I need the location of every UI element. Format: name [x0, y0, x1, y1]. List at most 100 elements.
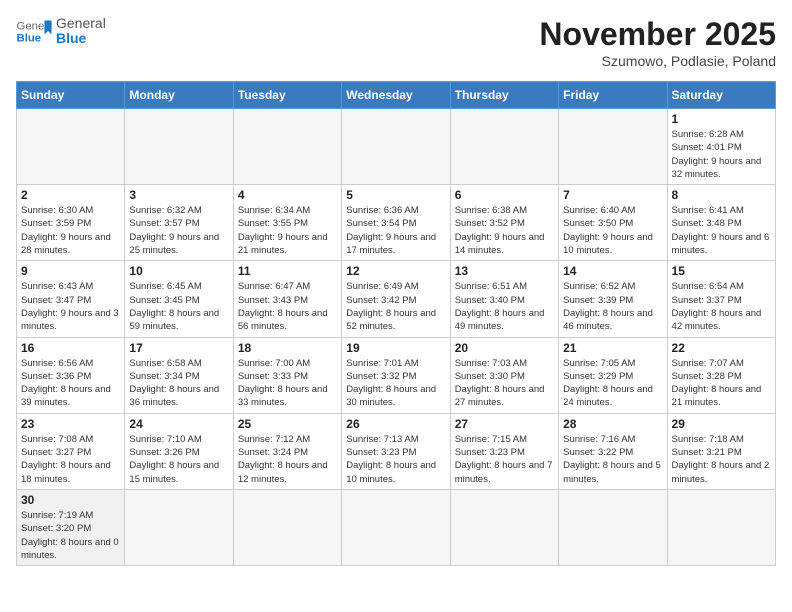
day-number: 4 — [238, 188, 337, 202]
day-number: 2 — [21, 188, 120, 202]
calendar-cell — [559, 109, 667, 185]
calendar-cell: 7 Sunrise: 6:40 AM Sunset: 3:50 PM Daylig… — [559, 185, 667, 261]
day-number: 21 — [563, 341, 662, 355]
day-number: 14 — [563, 264, 662, 278]
day-info: Sunrise: 7:19 AM Sunset: 3:20 PM Dayligh… — [21, 509, 120, 562]
calendar-cell: 2 Sunrise: 6:30 AM Sunset: 3:59 PM Daylig… — [17, 185, 125, 261]
day-number: 9 — [21, 264, 120, 278]
calendar-cell: 18Sunrise: 7:00 AM Sunset: 3:33 PM Dayli… — [233, 337, 341, 413]
calendar-cell: 1Sunrise: 6:28 AM Sunset: 4:01 PM Daylig… — [667, 109, 775, 185]
logo-icon: General Blue — [16, 17, 52, 45]
calendar-cell: 9 Sunrise: 6:43 AM Sunset: 3:47 PM Daylig… — [17, 261, 125, 337]
calendar-cell: 5 Sunrise: 6:36 AM Sunset: 3:54 PM Daylig… — [342, 185, 450, 261]
day-info: Sunrise: 7:15 AM Sunset: 3:23 PM Dayligh… — [455, 433, 554, 486]
calendar-week-row: 2 Sunrise: 6:30 AM Sunset: 3:59 PM Daylig… — [17, 185, 776, 261]
day-info: Sunrise: 6:47 AM Sunset: 3:43 PM Dayligh… — [238, 280, 337, 333]
calendar-cell: 16Sunrise: 6:56 AM Sunset: 3:36 PM Dayli… — [17, 337, 125, 413]
day-info: Sunrise: 6:43 AM Sunset: 3:47 PM Dayligh… — [21, 280, 120, 333]
weekday-header-wednesday: Wednesday — [342, 82, 450, 109]
calendar-cell — [450, 489, 558, 565]
calendar-cell: 25Sunrise: 7:12 AM Sunset: 3:24 PM Dayli… — [233, 413, 341, 489]
logo-blue-text: Blue — [56, 31, 106, 46]
day-number: 27 — [455, 417, 554, 431]
logo-general-text: General — [56, 16, 106, 31]
weekday-header-friday: Friday — [559, 82, 667, 109]
month-title: November 2025 — [539, 16, 776, 53]
day-info: Sunrise: 6:34 AM Sunset: 3:55 PM Dayligh… — [238, 204, 337, 257]
day-info: Sunrise: 6:58 AM Sunset: 3:34 PM Dayligh… — [129, 357, 228, 410]
day-info: Sunrise: 6:45 AM Sunset: 3:45 PM Dayligh… — [129, 280, 228, 333]
day-info: Sunrise: 6:54 AM Sunset: 3:37 PM Dayligh… — [672, 280, 771, 333]
day-info: Sunrise: 6:52 AM Sunset: 3:39 PM Dayligh… — [563, 280, 662, 333]
calendar-cell — [17, 109, 125, 185]
calendar-cell — [125, 109, 233, 185]
calendar-cell — [125, 489, 233, 565]
day-number: 5 — [346, 188, 445, 202]
day-number: 10 — [129, 264, 228, 278]
day-number: 29 — [672, 417, 771, 431]
calendar-week-row: 23Sunrise: 7:08 AM Sunset: 3:27 PM Dayli… — [17, 413, 776, 489]
day-info: Sunrise: 6:41 AM Sunset: 3:48 PM Dayligh… — [672, 204, 771, 257]
day-number: 3 — [129, 188, 228, 202]
day-number: 20 — [455, 341, 554, 355]
calendar-cell: 14 Sunrise: 6:52 AM Sunset: 3:39 PM Dayli… — [559, 261, 667, 337]
calendar-cell: 6 Sunrise: 6:38 AM Sunset: 3:52 PM Daylig… — [450, 185, 558, 261]
calendar-cell — [450, 109, 558, 185]
weekday-header-sunday: Sunday — [17, 82, 125, 109]
day-info: Sunrise: 6:38 AM Sunset: 3:52 PM Dayligh… — [455, 204, 554, 257]
day-number: 11 — [238, 264, 337, 278]
logo: General Blue General Blue — [16, 16, 106, 47]
weekday-header-saturday: Saturday — [667, 82, 775, 109]
page-header: General Blue General Blue November 2025 … — [16, 16, 776, 69]
day-info: Sunrise: 7:05 AM Sunset: 3:29 PM Dayligh… — [563, 357, 662, 410]
day-number: 26 — [346, 417, 445, 431]
calendar-cell: 8Sunrise: 6:41 AM Sunset: 3:48 PM Daylig… — [667, 185, 775, 261]
weekday-header-tuesday: Tuesday — [233, 82, 341, 109]
calendar-cell: 23Sunrise: 7:08 AM Sunset: 3:27 PM Dayli… — [17, 413, 125, 489]
weekday-header-thursday: Thursday — [450, 82, 558, 109]
weekday-header-row: SundayMondayTuesdayWednesdayThursdayFrid… — [17, 82, 776, 109]
day-info: Sunrise: 7:18 AM Sunset: 3:21 PM Dayligh… — [672, 433, 771, 486]
day-info: Sunrise: 6:40 AM Sunset: 3:50 PM Dayligh… — [563, 204, 662, 257]
calendar-week-row: 1Sunrise: 6:28 AM Sunset: 4:01 PM Daylig… — [17, 109, 776, 185]
day-info: Sunrise: 6:56 AM Sunset: 3:36 PM Dayligh… — [21, 357, 120, 410]
calendar-cell: 26 Sunrise: 7:13 AM Sunset: 3:23 PM Dayli… — [342, 413, 450, 489]
calendar-cell — [667, 489, 775, 565]
day-info: Sunrise: 6:36 AM Sunset: 3:54 PM Dayligh… — [346, 204, 445, 257]
calendar-cell — [342, 489, 450, 565]
day-info: Sunrise: 7:10 AM Sunset: 3:26 PM Dayligh… — [129, 433, 228, 486]
day-info: Sunrise: 7:16 AM Sunset: 3:22 PM Dayligh… — [563, 433, 662, 486]
calendar-cell: 15 Sunrise: 6:54 AM Sunset: 3:37 PM Dayli… — [667, 261, 775, 337]
day-info: Sunrise: 7:07 AM Sunset: 3:28 PM Dayligh… — [672, 357, 771, 410]
day-info: Sunrise: 7:12 AM Sunset: 3:24 PM Dayligh… — [238, 433, 337, 486]
calendar-week-row: 16Sunrise: 6:56 AM Sunset: 3:36 PM Dayli… — [17, 337, 776, 413]
day-number: 15 — [672, 264, 771, 278]
day-info: Sunrise: 6:30 AM Sunset: 3:59 PM Dayligh… — [21, 204, 120, 257]
day-number: 18 — [238, 341, 337, 355]
calendar-cell: 13 Sunrise: 6:51 AM Sunset: 3:40 PM Dayli… — [450, 261, 558, 337]
day-number: 17 — [129, 341, 228, 355]
calendar-cell — [233, 109, 341, 185]
day-info: Sunrise: 7:13 AM Sunset: 3:23 PM Dayligh… — [346, 433, 445, 486]
day-number: 7 — [563, 188, 662, 202]
day-number: 1 — [672, 112, 771, 126]
calendar-cell: 12Sunrise: 6:49 AM Sunset: 3:42 PM Dayli… — [342, 261, 450, 337]
day-number: 12 — [346, 264, 445, 278]
calendar-cell: 24 Sunrise: 7:10 AM Sunset: 3:26 PM Dayli… — [125, 413, 233, 489]
day-number: 13 — [455, 264, 554, 278]
day-number: 19 — [346, 341, 445, 355]
day-number: 30 — [21, 493, 120, 507]
location-subtitle: Szumowo, Podlasie, Poland — [539, 53, 776, 69]
calendar-cell: 17 Sunrise: 6:58 AM Sunset: 3:34 PM Dayli… — [125, 337, 233, 413]
day-number: 6 — [455, 188, 554, 202]
svg-text:Blue: Blue — [17, 33, 42, 45]
calendar-cell: 4 Sunrise: 6:34 AM Sunset: 3:55 PM Daylig… — [233, 185, 341, 261]
calendar-cell — [559, 489, 667, 565]
day-info: Sunrise: 6:51 AM Sunset: 3:40 PM Dayligh… — [455, 280, 554, 333]
calendar-cell: 10 Sunrise: 6:45 AM Sunset: 3:45 PM Dayli… — [125, 261, 233, 337]
day-info: Sunrise: 7:08 AM Sunset: 3:27 PM Dayligh… — [21, 433, 120, 486]
calendar-cell: 19Sunrise: 7:01 AM Sunset: 3:32 PM Dayli… — [342, 337, 450, 413]
calendar-cell — [233, 489, 341, 565]
day-number: 24 — [129, 417, 228, 431]
day-info: Sunrise: 7:03 AM Sunset: 3:30 PM Dayligh… — [455, 357, 554, 410]
